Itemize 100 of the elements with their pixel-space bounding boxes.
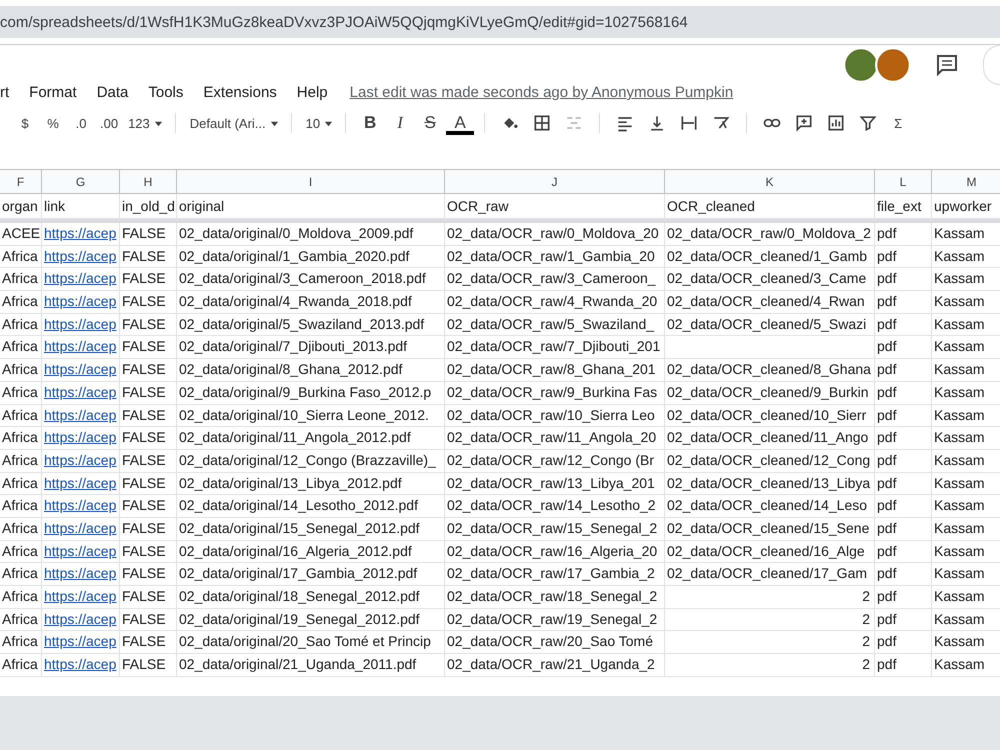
italic-button[interactable]: I (386, 110, 414, 136)
cell-link[interactable]: https://acep (44, 270, 116, 286)
cell-link[interactable]: https://acep (44, 429, 116, 446)
cell-link[interactable]: https://acep (44, 406, 116, 422)
cell-link[interactable]: https://acep (44, 384, 116, 400)
table-cell: Kassam (932, 586, 1000, 608)
cell-link[interactable]: https://acep (44, 633, 116, 650)
cell-link[interactable]: https://acep (44, 520, 116, 536)
column-letter[interactable]: G (42, 170, 120, 193)
table-cell: Kassam (932, 268, 1000, 290)
add-comment-icon[interactable] (794, 113, 814, 133)
table-cell: 02_data/OCR_cleaned/11_Ango (665, 427, 875, 449)
table-cell: 02_data/original/8_Ghana_2012.pdf (177, 359, 445, 381)
column-letter[interactable]: K (665, 170, 875, 193)
table-cell: 2 (665, 654, 875, 676)
column-letter[interactable]: H (120, 170, 177, 193)
cell-link[interactable]: https://acep (44, 497, 116, 514)
table-cell: Kassam (932, 450, 1000, 472)
table-cell: FALSE (120, 359, 177, 381)
table-cell: Africa (0, 404, 42, 426)
cell-link[interactable]: https://acep (44, 610, 116, 627)
menu-item[interactable]: Tools (148, 84, 196, 101)
toolbar-button[interactable]: % (40, 112, 66, 134)
table-cell: FALSE (120, 563, 177, 585)
toolbar-dropdown[interactable]: 10 (302, 112, 336, 134)
bold-button[interactable]: B (356, 110, 384, 136)
table-cell: FALSE (120, 246, 177, 268)
table-cell: 02_data/OCR_cleaned/9_Burkin (665, 382, 875, 404)
table-cell: pdf (875, 518, 932, 540)
strikethrough-button[interactable]: S (416, 110, 444, 136)
table-cell: 02_data/original/19_Senegal_2012.pdf (177, 608, 445, 630)
table-cell: 02_data/OCR_raw/1_Gambia_20 (445, 246, 665, 268)
text-color-button[interactable]: A (446, 111, 474, 135)
cell-link[interactable]: https://acep (44, 361, 116, 378)
table-cell: Kassam (932, 359, 1000, 381)
last-edit-link[interactable]: Last edit was made seconds ago by Anonymous Pumpkin (350, 84, 734, 101)
column-letter[interactable]: I (177, 170, 445, 193)
cell-link[interactable]: https://acep (44, 248, 116, 264)
table-cell: Africa (0, 291, 42, 313)
table-cell: Africa (0, 382, 42, 404)
grid-icon[interactable] (532, 113, 552, 133)
horizontal-scrollbar[interactable] (0, 696, 1000, 750)
table-cell: FALSE (120, 336, 177, 358)
table-cell: FALSE (120, 291, 177, 313)
table-cell: Kassam (932, 336, 1000, 358)
table-cell: FALSE (120, 223, 177, 245)
table-cell: Kassam (932, 382, 1000, 404)
table-cell: Kassam (932, 608, 1000, 630)
table-cell: 02_data/OCR_raw/19_Senegal_2 (445, 608, 665, 630)
table-cell: 02_data/OCR_cleaned/8_Ghana (665, 359, 875, 381)
table-cell: FALSE (120, 472, 177, 494)
toolbar-button[interactable]: .00 (96, 112, 122, 134)
column-letter[interactable]: M (932, 170, 1000, 193)
menu-item[interactable]: Extensions (203, 84, 289, 101)
table-cell: 02_data/original/20_Sao Tomé et Princip (177, 631, 445, 654)
cell-link[interactable]: https://acep (44, 452, 116, 468)
column-letter[interactable]: L (875, 170, 932, 193)
table-cell: Africa (0, 631, 42, 654)
avatar-icon[interactable] (843, 47, 879, 83)
cell-link[interactable]: https://acep (44, 293, 116, 310)
toolbar-button[interactable]: .0 (68, 112, 94, 134)
cell-link[interactable]: https://acep (44, 316, 116, 332)
column-letter[interactable]: J (445, 170, 665, 193)
table-cell: FALSE (120, 586, 177, 608)
menu-item[interactable]: Help (296, 84, 340, 101)
toolbar-dropdown[interactable]: 123 (124, 112, 165, 134)
column-header-cell: file_ext (875, 194, 932, 218)
table-cell: Kassam (932, 291, 1000, 313)
avatar-icon[interactable] (875, 47, 911, 83)
menu-item[interactable]: Data (96, 84, 140, 101)
table-cell: FALSE (120, 540, 177, 562)
table-cell: 02_data/original/3_Cameroon_2018.pdf (177, 268, 445, 290)
cell-link[interactable]: https://acep (44, 225, 116, 241)
table-cell: pdf (875, 654, 932, 676)
toolbar-button[interactable]: $ (12, 112, 38, 134)
column-header-cell: link (42, 194, 120, 218)
cell-link[interactable]: https://acep (44, 542, 116, 559)
table-cell: 02_data/original/5_Swaziland_2013.pdf (177, 314, 445, 336)
cell-link[interactable]: https://acep (44, 656, 116, 672)
table-cell: 02_data/OCR_raw/7_Djibouti_201 (445, 336, 665, 358)
table-cell: Kassam (932, 654, 1000, 676)
cell-link[interactable]: https://acep (44, 474, 116, 491)
comment-icon[interactable] (935, 53, 959, 77)
toolbar-dropdown[interactable]: Default (Ari... (186, 112, 281, 134)
cell-link[interactable]: https://acep (44, 338, 116, 354)
table-cell: Africa (0, 518, 42, 540)
table-cell: Africa (0, 427, 42, 449)
table-cell: 02_data/OCR_raw/17_Gambia_2 (445, 563, 665, 585)
menu-item[interactable]: rt (0, 84, 22, 101)
column-letter[interactable]: F (0, 170, 42, 193)
table-cell: Africa (0, 450, 42, 472)
cell-link[interactable]: https://acep (44, 565, 116, 582)
toolbar-button[interactable]: Σ (885, 112, 912, 134)
table-cell: pdf (875, 291, 932, 313)
table-cell: pdf (875, 563, 932, 585)
chart-icon[interactable] (826, 113, 846, 133)
table-cell: 02_data/original/18_Senegal_2012.pdf (177, 586, 445, 608)
cell-link[interactable]: https://acep (44, 588, 116, 604)
table-cell: pdf (875, 314, 932, 336)
menu-item[interactable]: Format (29, 84, 89, 101)
